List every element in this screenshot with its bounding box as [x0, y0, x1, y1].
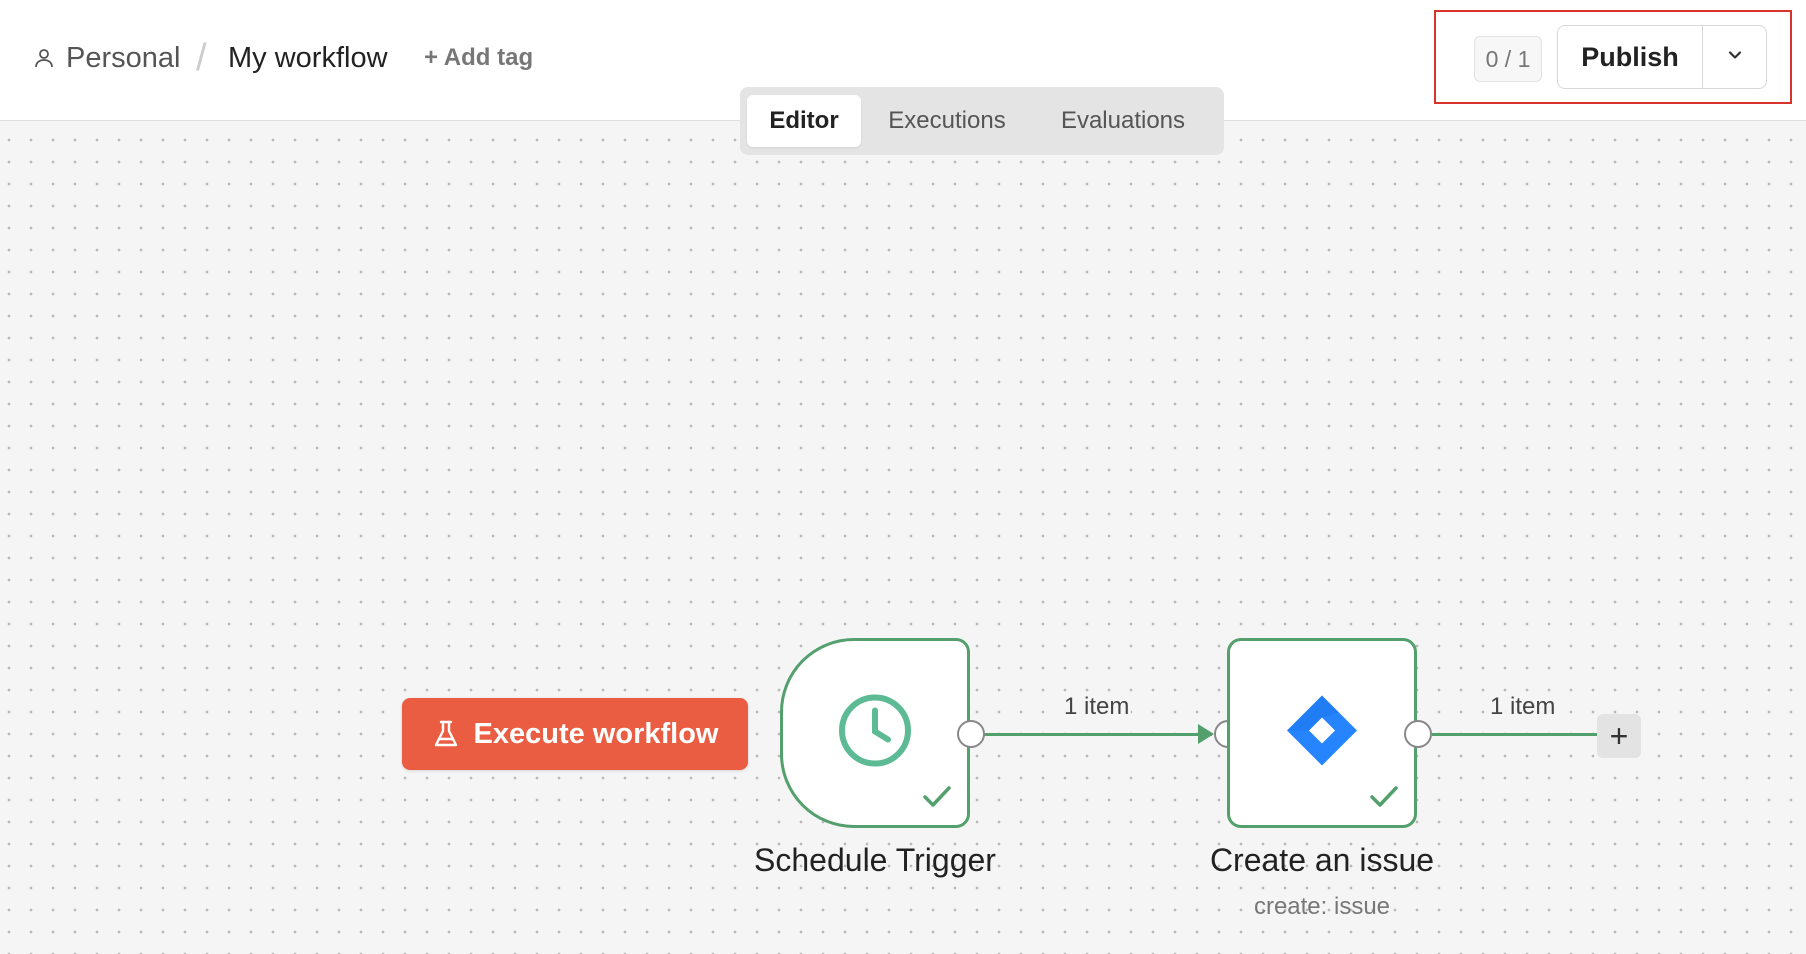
version-counter: 0 / 1 — [1474, 36, 1542, 82]
connection-line — [1432, 733, 1598, 736]
breadcrumb-project-label: Personal — [66, 41, 181, 74]
output-handle[interactable] — [957, 720, 985, 748]
clock-icon — [835, 691, 915, 776]
breadcrumb-separator: / — [196, 36, 207, 79]
publish-actions-highlight: 0 / 1 Publish — [1434, 10, 1792, 104]
tab-executions[interactable]: Executions — [861, 95, 1033, 147]
output-handle[interactable] — [1404, 720, 1432, 748]
tab-evaluations[interactable]: Evaluations — [1033, 95, 1213, 147]
publish-button-group: Publish — [1557, 25, 1767, 89]
edge-label: 1 item — [1062, 693, 1132, 721]
view-tabs: Editor Executions Evaluations — [740, 87, 1224, 155]
breadcrumb-project[interactable]: Personal — [32, 38, 180, 78]
node-create-issue[interactable] — [1227, 638, 1417, 828]
success-check-icon — [1368, 783, 1400, 811]
connection-arrow — [1198, 724, 1214, 744]
publish-options-button[interactable] — [1703, 26, 1766, 88]
connection-line — [984, 733, 1212, 736]
add-node-button[interactable]: + — [1597, 714, 1641, 758]
user-icon — [32, 46, 56, 70]
success-check-icon — [921, 783, 953, 811]
execute-workflow-label: Execute workflow — [473, 717, 719, 750]
chevron-down-icon — [1725, 45, 1745, 70]
edge-label: 1 item — [1488, 693, 1558, 721]
workflow-name[interactable]: My workflow — [228, 38, 388, 78]
publish-button[interactable]: Publish — [1558, 26, 1703, 88]
tab-editor[interactable]: Editor — [747, 95, 861, 147]
node-subtitle: create: issue — [1253, 893, 1391, 920]
execute-workflow-button[interactable]: Execute workflow — [402, 698, 748, 770]
jira-icon — [1285, 694, 1359, 773]
node-title: Create an issue — [1209, 842, 1435, 878]
node-schedule-trigger[interactable] — [780, 638, 970, 828]
add-tag-button[interactable]: + Add tag — [424, 38, 533, 78]
flask-icon — [432, 719, 460, 749]
node-title: Schedule Trigger — [754, 842, 996, 878]
workflow-canvas[interactable] — [0, 121, 1806, 954]
